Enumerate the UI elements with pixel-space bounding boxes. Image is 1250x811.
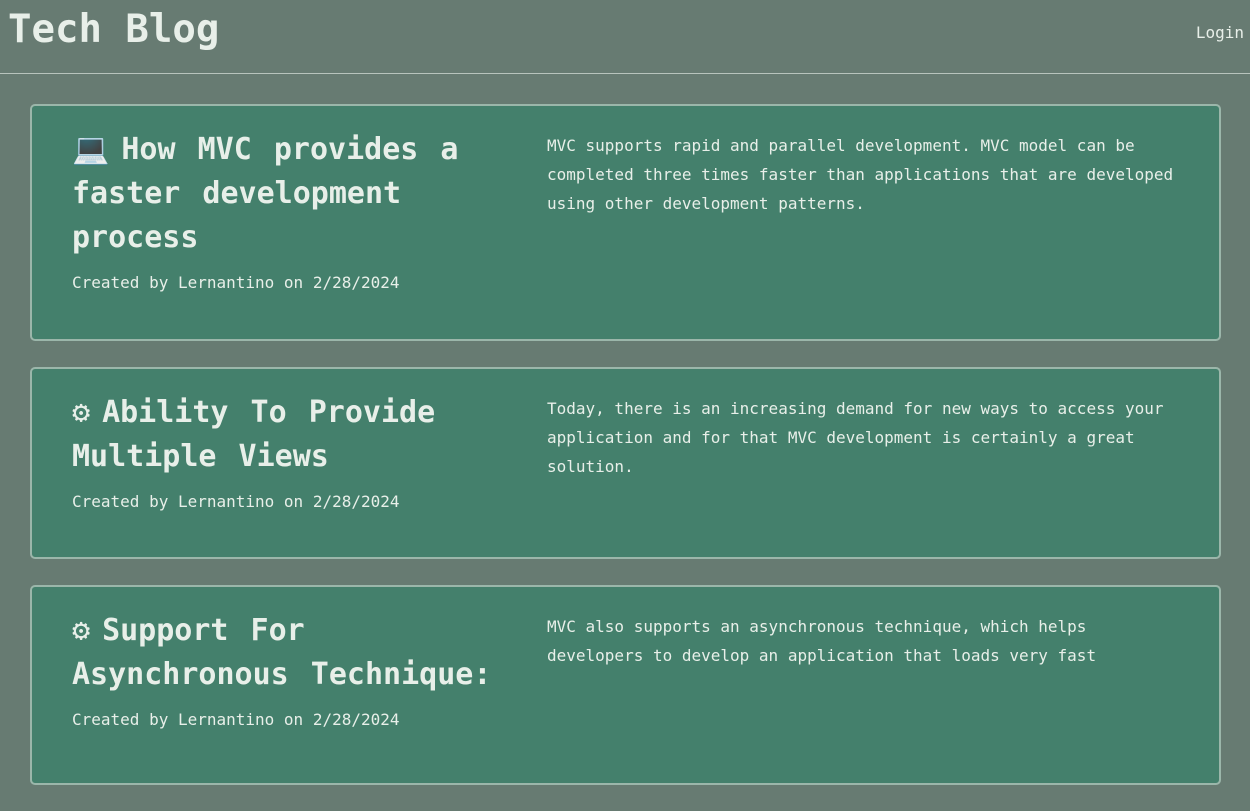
post-title[interactable]: 💻 How MVC provides a faster development p… <box>72 128 527 260</box>
post-body: Today, there is an increasing demand for… <box>547 399 1164 476</box>
post-header: 💻 How MVC provides a faster development p… <box>72 128 527 294</box>
post-header: ⚙ Ability To Provide Multiple Views Creat… <box>72 391 527 513</box>
post-meta: Created by Lernantino on 2/28/2024 <box>72 710 400 729</box>
post-list: 💻 How MVC provides a faster development p… <box>30 104 1221 811</box>
post-body: MVC supports rapid and parallel developm… <box>547 136 1174 213</box>
post-title-text: Ability To Provide Multiple Views <box>72 395 436 474</box>
post-card[interactable]: ⚙ Support For Asynchronous Technique: Cre… <box>30 585 1221 785</box>
site-title[interactable]: Tech Blog <box>8 4 219 56</box>
site-header: Tech Blog Login <box>0 0 1250 74</box>
post-title-text: How MVC provides a faster development pr… <box>72 132 459 255</box>
post-header: ⚙ Support For Asynchronous Technique: Cre… <box>72 609 527 731</box>
post-title[interactable]: ⚙ Ability To Provide Multiple Views <box>72 391 527 479</box>
post-title[interactable]: ⚙ Support For Asynchronous Technique: <box>72 609 527 697</box>
login-link[interactable]: Login <box>1196 22 1244 44</box>
gear-icon: ⚙ <box>72 395 91 430</box>
post-title-text: Support For Asynchronous Technique: <box>72 613 492 692</box>
gear-icon: ⚙ <box>72 613 91 648</box>
post-card[interactable]: ⚙ Ability To Provide Multiple Views Creat… <box>30 367 1221 559</box>
post-body: MVC also supports an asynchronous techni… <box>547 617 1097 665</box>
post-card[interactable]: 💻 How MVC provides a faster development p… <box>30 104 1221 341</box>
post-meta: Created by Lernantino on 2/28/2024 <box>72 273 400 292</box>
laptop-icon: 💻 <box>72 132 110 167</box>
post-meta: Created by Lernantino on 2/28/2024 <box>72 492 400 511</box>
